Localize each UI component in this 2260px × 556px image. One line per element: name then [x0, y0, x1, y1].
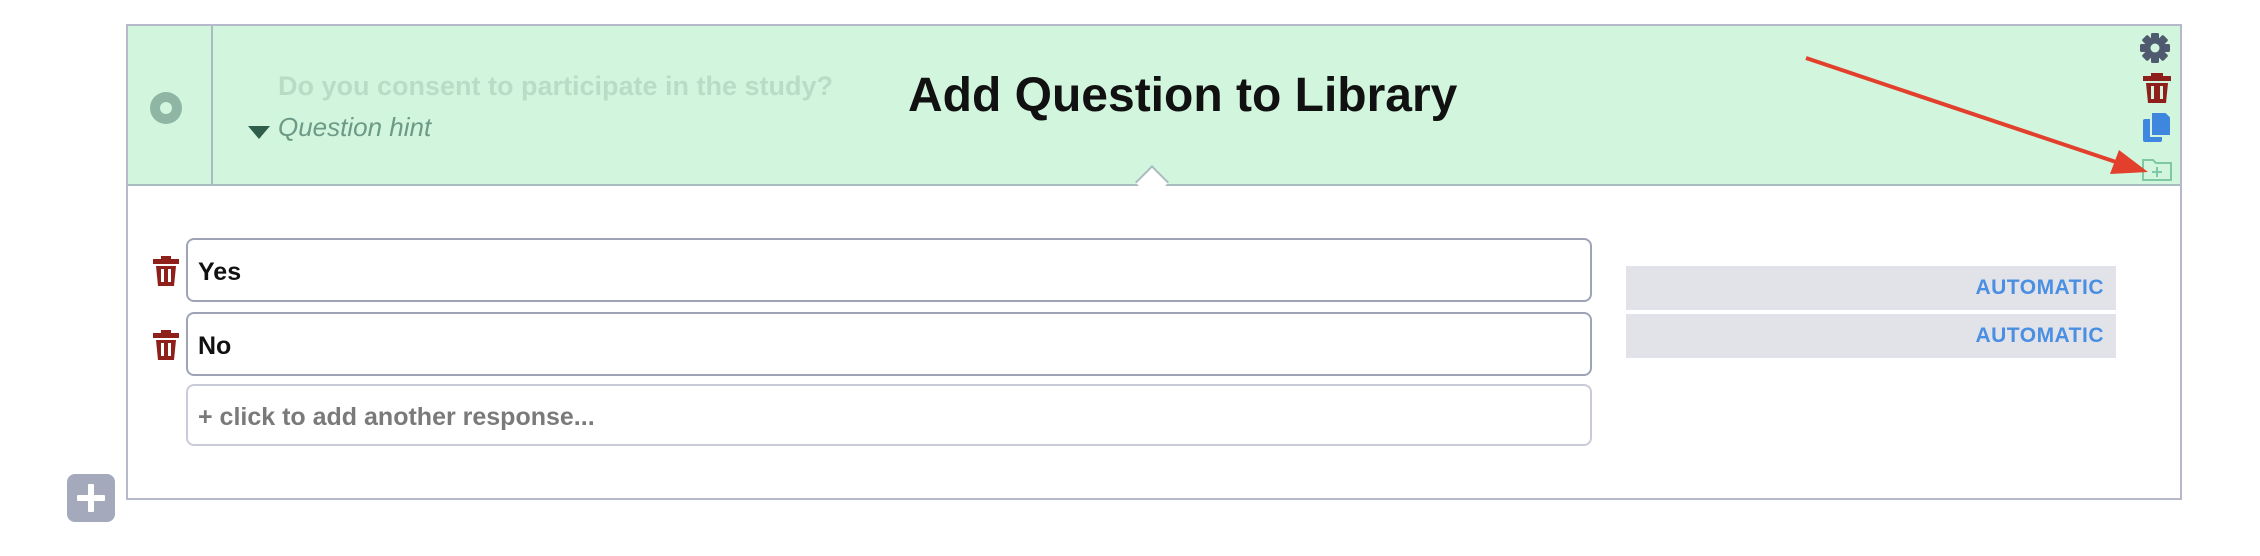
delete-response-icon[interactable] [151, 328, 181, 362]
add-to-library-folder-icon[interactable] [2140, 152, 2174, 186]
response-value-automatic[interactable]: AUTOMATIC [1626, 314, 2116, 358]
delete-response-icon[interactable] [151, 254, 181, 288]
response-input[interactable]: Yes [186, 238, 1592, 302]
radio-button-icon [150, 92, 182, 124]
response-row: Yes AUTOMATIC [128, 238, 2180, 310]
question-text[interactable]: Do you consent to participate in the stu… [278, 71, 833, 102]
plus-icon [77, 484, 105, 512]
response-input[interactable]: No [186, 312, 1592, 376]
question-card: Do you consent to participate in the stu… [126, 24, 2182, 500]
question-type-column [128, 26, 213, 184]
response-row: No AUTOMATIC [128, 312, 2180, 378]
add-response-input[interactable]: + click to add another response... [186, 384, 1592, 446]
copy-icon[interactable] [2140, 110, 2174, 144]
gear-icon[interactable] [2138, 31, 2172, 65]
question-hint-field[interactable]: Question hint [278, 112, 431, 143]
trash-icon[interactable] [2140, 71, 2174, 105]
question-header[interactable]: Do you consent to participate in the stu… [128, 26, 2180, 186]
add-question-button[interactable] [67, 474, 115, 522]
response-value-automatic[interactable]: AUTOMATIC [1626, 266, 2116, 310]
tooltip-title: Add Question to Library [908, 69, 1458, 122]
caret-down-icon[interactable] [248, 126, 270, 139]
